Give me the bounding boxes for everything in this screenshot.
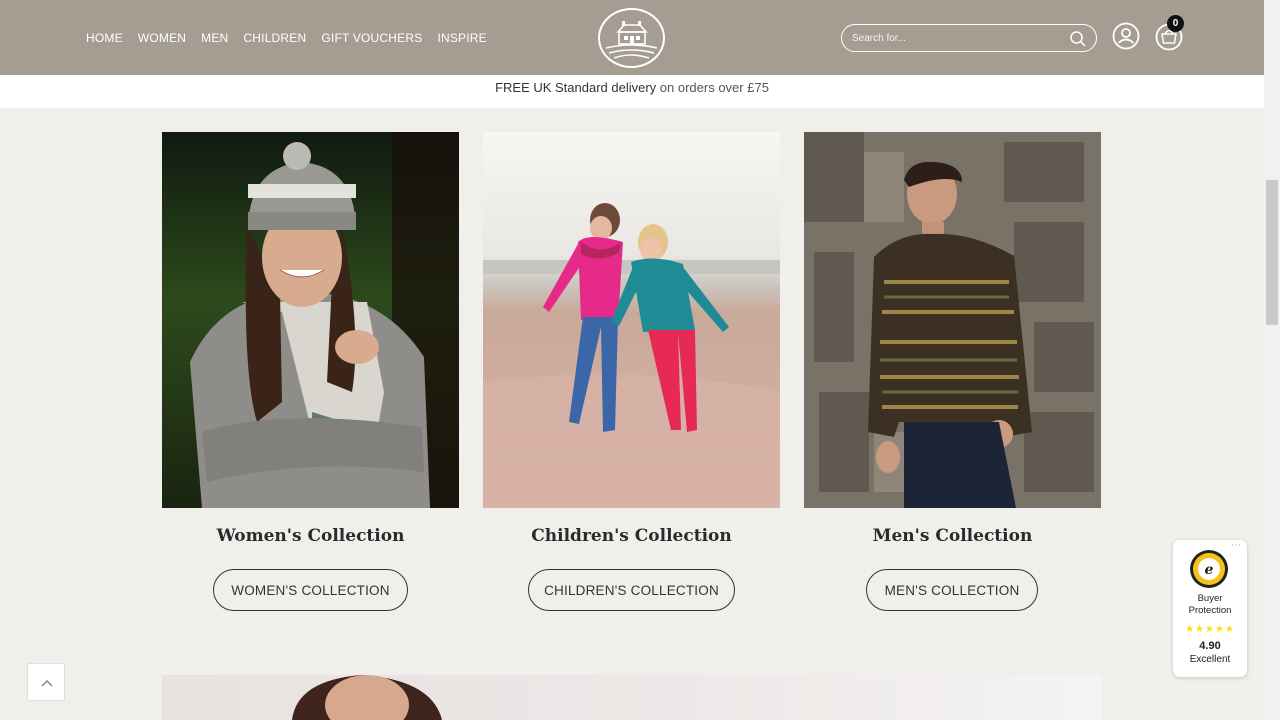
collection-card-women: Women's Collection WOMEN'S COLLECTION	[162, 132, 459, 611]
collection-card-men: Men's Collection MEN'S COLLECTION	[804, 132, 1101, 611]
buyer-protection-label: Buyer Protection	[1173, 593, 1247, 617]
rating-score: 4.90	[1199, 640, 1221, 652]
next-section-image	[162, 675, 1102, 720]
page-scrollbar[interactable]	[1264, 0, 1280, 720]
search-input[interactable]	[852, 30, 1062, 46]
men-collection-image[interactable]	[804, 132, 1101, 508]
account-icon[interactable]	[1112, 22, 1140, 50]
collection-card-children: Children's Collection CHILDREN'S COLLECT…	[483, 132, 780, 611]
trust-line-1: Buyer	[1197, 593, 1223, 604]
children-collection-title: Children's Collection	[531, 526, 732, 546]
children-collection-image[interactable]	[483, 132, 780, 508]
nav-home[interactable]: HOME	[86, 31, 123, 45]
nav-children[interactable]: CHILDREN	[243, 31, 306, 45]
delivery-text: on orders over £75	[656, 80, 769, 95]
women-collection-image[interactable]	[162, 132, 459, 508]
delivery-banner: FREE UK Standard delivery on orders over…	[0, 75, 1264, 108]
svg-text:e: e	[1205, 562, 1214, 578]
trusted-shops-badge[interactable]: ⋯ e Buyer Protection ★★★★★ 4.90 Excellen…	[1173, 540, 1247, 677]
rating-stars: ★★★★★	[1185, 624, 1235, 635]
nav-gift-vouchers[interactable]: GIFT VOUCHERS	[321, 31, 422, 45]
site-header: HOME WOMEN MEN CHILDREN GIFT VOUCHERS IN…	[0, 0, 1264, 75]
nav-men[interactable]: MEN	[201, 31, 228, 45]
basket-count-badge: 0	[1167, 15, 1184, 32]
chevron-up-icon	[41, 679, 53, 687]
main-nav: HOME WOMEN MEN CHILDREN GIFT VOUCHERS IN…	[86, 31, 502, 45]
more-options-icon[interactable]: ⋯	[1231, 540, 1241, 551]
search-box	[841, 24, 1097, 52]
trust-line-2: Protection	[1188, 605, 1232, 616]
delivery-highlight: FREE UK Standard delivery	[495, 80, 657, 95]
men-collection-button[interactable]: MEN'S COLLECTION	[866, 569, 1038, 611]
nav-inspire[interactable]: INSPIRE	[437, 31, 486, 45]
site-logo[interactable]	[598, 8, 665, 68]
rating-verdict: Excellent	[1189, 654, 1231, 665]
men-collection-title: Men's Collection	[872, 526, 1033, 546]
search-icon[interactable]	[1069, 30, 1087, 48]
women-collection-title: Women's Collection	[216, 526, 405, 546]
women-collection-button[interactable]: WOMEN'S COLLECTION	[213, 569, 408, 611]
back-to-top-button[interactable]	[27, 663, 65, 701]
children-collection-button[interactable]: CHILDREN'S COLLECTION	[528, 569, 735, 611]
nav-women[interactable]: WOMEN	[138, 31, 186, 45]
trusted-shops-seal-icon: e	[1189, 549, 1229, 589]
scrollbar-thumb[interactable]	[1266, 180, 1278, 325]
